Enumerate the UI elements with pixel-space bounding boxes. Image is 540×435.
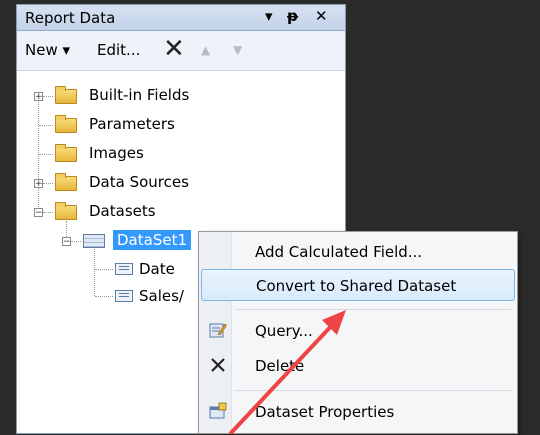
tree-item-field-date[interactable]: Date xyxy=(139,260,175,278)
collapse-icon[interactable]: − xyxy=(62,237,71,247)
menu-item-delete[interactable]: Delete xyxy=(201,350,515,382)
tree-item-images[interactable]: Images xyxy=(89,144,144,162)
pin-icon[interactable]: ᵽ xyxy=(287,7,298,25)
folder-icon xyxy=(55,173,77,191)
query-icon xyxy=(209,323,227,338)
tree-item-datasets[interactable]: Datasets xyxy=(89,202,156,220)
edit-button[interactable]: Edit... xyxy=(97,41,140,59)
menu-item-dataset-properties[interactable]: Dataset Properties xyxy=(201,396,515,428)
tree-item-built-in-fields[interactable]: Built-in Fields xyxy=(89,86,189,104)
field-icon xyxy=(115,290,133,302)
folder-open-icon xyxy=(55,202,77,220)
dataset-context-menu: Add Calculated Field... Convert to Share… xyxy=(198,231,518,434)
tree-connector xyxy=(38,93,39,211)
move-down-icon[interactable]: ▼ xyxy=(233,43,242,57)
tree-item-field-sales[interactable]: Sales/ xyxy=(139,287,184,305)
menu-separator xyxy=(235,309,511,310)
menu-item-convert-to-shared-dataset[interactable]: Convert to Shared Dataset xyxy=(201,269,515,301)
expand-icon[interactable]: + xyxy=(34,92,43,102)
folder-icon xyxy=(55,115,77,133)
folder-icon xyxy=(55,144,77,162)
close-icon[interactable]: ✕ xyxy=(315,7,328,25)
move-up-icon[interactable]: ▲ xyxy=(201,43,210,57)
panel-title: Report Data xyxy=(25,9,116,27)
panel-titlebar: Report Data ▾ ᵽ ✕ xyxy=(17,5,345,31)
menu-item-add-calculated-field[interactable]: Add Calculated Field... xyxy=(201,236,515,268)
dataset-icon xyxy=(83,234,105,248)
delete-icon xyxy=(211,358,225,372)
tree-item-dataset1[interactable]: DataSet1 xyxy=(113,230,191,250)
delete-icon[interactable]: ✕ xyxy=(163,35,185,63)
tree-item-data-sources[interactable]: Data Sources xyxy=(89,173,189,191)
window-position-dropdown-icon[interactable]: ▾ xyxy=(265,7,273,25)
menu-item-query[interactable]: Query... xyxy=(201,315,515,347)
tree-item-parameters[interactable]: Parameters xyxy=(89,115,175,133)
new-button[interactable]: New ▾ xyxy=(25,41,70,59)
properties-icon xyxy=(209,402,227,419)
window-frame-left xyxy=(0,0,16,434)
collapse-icon[interactable]: − xyxy=(34,208,43,218)
menu-separator xyxy=(235,390,511,391)
field-icon xyxy=(115,263,133,275)
expand-icon[interactable]: + xyxy=(34,179,43,189)
panel-toolbar: New ▾ Edit... ✕ ▲ ▼ xyxy=(17,31,345,71)
folder-icon xyxy=(55,86,77,104)
